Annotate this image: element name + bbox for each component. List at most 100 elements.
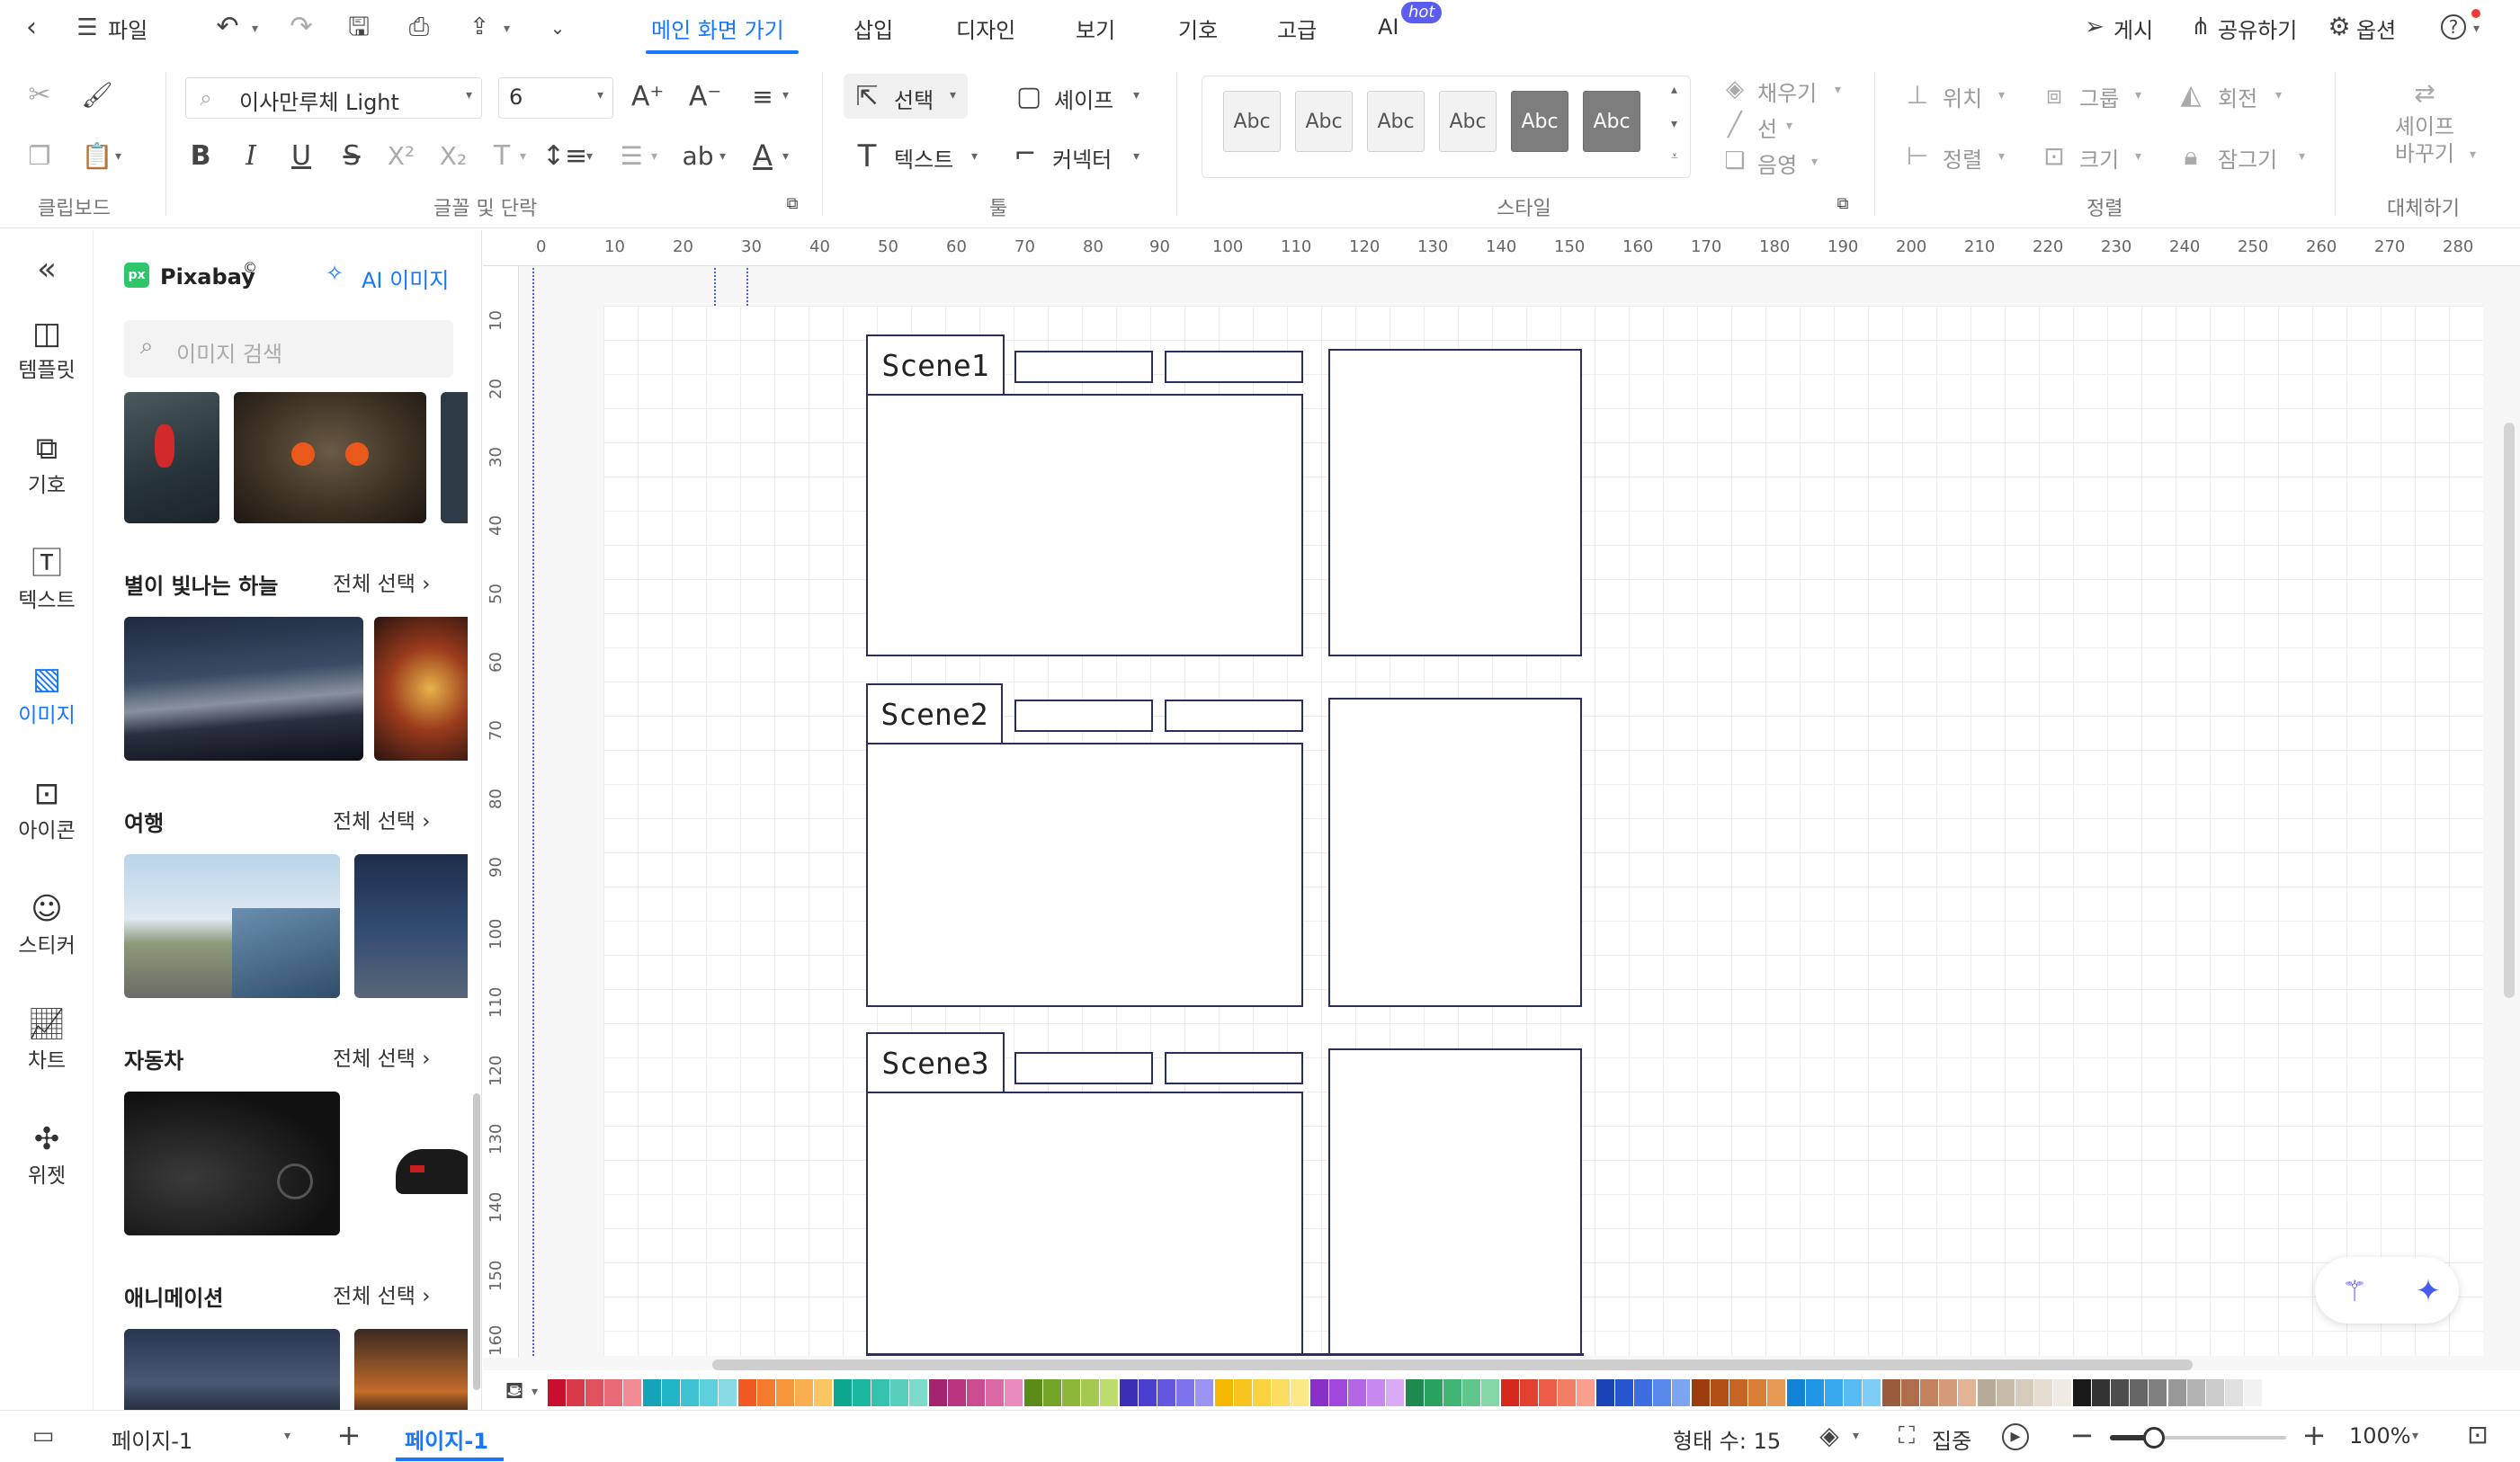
- line-dropdown-icon[interactable]: ▾: [1786, 119, 1792, 133]
- color-swatch[interactable]: [1615, 1379, 1633, 1406]
- color-swatch[interactable]: [681, 1379, 699, 1406]
- scene-label[interactable]: Scene3: [866, 1032, 1005, 1093]
- font-color-dropdown-icon[interactable]: ▾: [782, 149, 789, 164]
- scene-field[interactable]: [1165, 700, 1303, 732]
- text-tool[interactable]: 텍스트: [894, 142, 953, 174]
- image-thumb-owl[interactable]: [234, 392, 426, 523]
- color-swatch[interactable]: [1329, 1379, 1347, 1406]
- fill-bucket-dropdown-icon[interactable]: ▾: [532, 1385, 538, 1399]
- lock-icon[interactable]: 🔒︎: [2173, 138, 2209, 174]
- color-swatch[interactable]: [719, 1379, 737, 1406]
- shape-dropdown-icon[interactable]: ▾: [1133, 88, 1139, 103]
- color-swatch[interactable]: [1634, 1379, 1652, 1406]
- color-swatch[interactable]: [853, 1379, 871, 1406]
- color-swatch[interactable]: [1024, 1379, 1042, 1406]
- color-swatch[interactable]: [1596, 1379, 1614, 1406]
- text-dropdown-icon[interactable]: ▾: [971, 149, 978, 164]
- increase-font-icon[interactable]: A⁺: [630, 79, 666, 115]
- shape-tool[interactable]: 셰이프: [1054, 83, 1113, 114]
- color-swatch[interactable]: [1558, 1379, 1576, 1406]
- rail-item-text[interactable]: 🅃 텍스트: [0, 545, 94, 613]
- replace-dropdown-icon[interactable]: ▾: [2470, 147, 2476, 162]
- rotate-dropdown-icon[interactable]: ▾: [2275, 88, 2282, 103]
- color-swatch[interactable]: [1005, 1379, 1023, 1406]
- color-swatch[interactable]: [1920, 1379, 1938, 1406]
- color-swatch[interactable]: [1215, 1379, 1233, 1406]
- color-swatch[interactable]: [2206, 1379, 2224, 1406]
- color-swatch[interactable]: [1481, 1379, 1499, 1406]
- color-swatch[interactable]: [1787, 1379, 1805, 1406]
- italic-icon[interactable]: I: [234, 138, 268, 174]
- image-thumb-anime-sunset[interactable]: [354, 1329, 468, 1410]
- color-swatch[interactable]: [623, 1379, 641, 1406]
- shadow-button[interactable]: 음영: [1757, 147, 1797, 179]
- color-swatch[interactable]: [1139, 1379, 1157, 1406]
- connector-dropdown-icon[interactable]: ▾: [1133, 149, 1139, 164]
- lock-button[interactable]: 잠그기: [2218, 142, 2277, 174]
- align-icon[interactable]: ⊢: [1899, 138, 1935, 174]
- lock-dropdown-icon[interactable]: ▾: [2299, 149, 2305, 164]
- color-swatch[interactable]: [2073, 1379, 2091, 1406]
- select-dropdown-icon[interactable]: ▾: [950, 88, 956, 103]
- focus-button[interactable]: 집중: [1932, 1423, 1971, 1455]
- style-preset-5[interactable]: Abc: [1511, 91, 1568, 152]
- undo-icon[interactable]: ↶: [212, 11, 243, 43]
- color-swatch[interactable]: [795, 1379, 813, 1406]
- color-swatch[interactable]: [1901, 1379, 1919, 1406]
- connector-tool[interactable]: 커넥터: [1052, 142, 1112, 174]
- color-swatch[interactable]: [2149, 1379, 2167, 1406]
- scene-label[interactable]: Scene2: [866, 683, 1003, 744]
- select-all-animation[interactable]: 전체 선택 ›: [333, 1279, 430, 1309]
- guide-line[interactable]: [532, 268, 534, 1356]
- color-swatch[interactable]: [1844, 1379, 1862, 1406]
- color-swatch[interactable]: [2225, 1379, 2243, 1406]
- color-swatch[interactable]: [1692, 1379, 1710, 1406]
- color-swatch[interactable]: [738, 1379, 756, 1406]
- text-style-icon[interactable]: T: [486, 138, 518, 174]
- font-dialog-launcher-icon[interactable]: ⧉: [782, 194, 802, 214]
- color-swatch[interactable]: [1729, 1379, 1747, 1406]
- ai-image-button[interactable]: AI 이미지: [362, 263, 449, 294]
- style-scroll-down-icon[interactable]: ▾: [1671, 117, 1677, 131]
- color-swatch[interactable]: [567, 1379, 585, 1406]
- color-swatch[interactable]: [967, 1379, 985, 1406]
- scene-notes-box[interactable]: [1328, 1048, 1582, 1356]
- color-swatch[interactable]: [757, 1379, 775, 1406]
- color-swatch[interactable]: [871, 1379, 889, 1406]
- group-dropdown-icon[interactable]: ▾: [2135, 88, 2141, 103]
- color-swatch[interactable]: [890, 1379, 908, 1406]
- shadow-dropdown-icon[interactable]: ▾: [1811, 155, 1818, 169]
- image-thumb-night-sky[interactable]: [124, 617, 363, 761]
- save-icon[interactable]: 🖫: [344, 11, 374, 43]
- line-button[interactable]: 선: [1757, 111, 1777, 143]
- style-more-icon[interactable]: ⩡: [1671, 149, 1678, 164]
- zoom-out-icon[interactable]: −: [2069, 1420, 2096, 1450]
- image-thumb-partial[interactable]: [441, 392, 468, 523]
- color-swatch[interactable]: [1195, 1379, 1213, 1406]
- horizontal-scrollbar[interactable]: [712, 1359, 2193, 1370]
- color-swatch[interactable]: [1291, 1379, 1309, 1406]
- font-size-dropdown-icon[interactable]: ▾: [597, 88, 603, 103]
- style-preset-6[interactable]: Abc: [1583, 91, 1640, 152]
- strikethrough-icon[interactable]: S: [335, 138, 369, 174]
- zoom-slider-handle[interactable]: [2143, 1427, 2165, 1449]
- color-swatch[interactable]: [2111, 1379, 2129, 1406]
- redo-icon[interactable]: ↷: [286, 11, 317, 43]
- style-preset-3[interactable]: Abc: [1367, 91, 1425, 152]
- bullet-list-dropdown-icon[interactable]: ▾: [651, 149, 657, 164]
- pointer-icon[interactable]: ⇱: [849, 79, 885, 115]
- image-thumb-airport[interactable]: [354, 854, 468, 998]
- vertical-scrollbar[interactable]: [2504, 423, 2515, 998]
- color-swatch[interactable]: [1157, 1379, 1175, 1406]
- tab-design[interactable]: 디자인: [956, 13, 1015, 44]
- cut-icon[interactable]: ✂: [22, 77, 58, 113]
- color-swatch[interactable]: [1310, 1379, 1328, 1406]
- align-button[interactable]: 정렬: [1943, 142, 1982, 174]
- color-swatch[interactable]: [1825, 1379, 1843, 1406]
- scene-field[interactable]: [1014, 351, 1153, 383]
- rail-item-widgets[interactable]: ✣ 위젯: [0, 1120, 94, 1189]
- export-dropdown-icon[interactable]: ▾: [504, 22, 510, 36]
- align-dropdown-icon[interactable]: ▾: [1998, 149, 2005, 164]
- color-swatch[interactable]: [1176, 1379, 1194, 1406]
- bullet-list-icon[interactable]: ☰: [613, 138, 649, 174]
